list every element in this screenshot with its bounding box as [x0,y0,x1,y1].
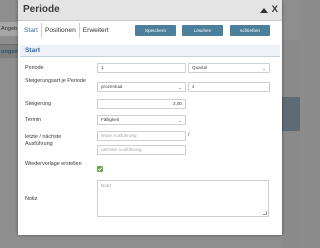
periode-unit-value: Quartal [192,65,208,70]
steigerung-value: 3,00 [173,101,182,106]
background-bar [282,97,300,131]
delete-button[interactable]: Löschen [182,25,223,36]
next-execution-placeholder: nächste Ausführung [101,147,142,152]
steigerungsart-amount-input[interactable]: 4 [188,82,270,92]
periode-unit-select[interactable]: Quartal ⌄ [188,63,270,73]
termin-label: Termin [25,117,42,123]
save-button[interactable]: Speichern [135,25,176,36]
ausfuehrung-label: letzte / nächste Ausführung [25,134,62,147]
tab-erweitert[interactable]: Erweitert [80,23,112,38]
execution-separator: / [188,132,190,138]
wiedervorlage-label: Wiedervorlage erstellen [25,161,82,167]
steigerung-input[interactable]: 3,00 [97,99,186,109]
chevron-down-icon: ⌄ [178,118,182,123]
section-title: Start [20,45,280,57]
resize-handle-icon[interactable] [263,211,267,215]
periode-label: Periode [25,65,44,71]
steigerungsart-amount-value: 4 [192,84,195,89]
termin-select[interactable]: Fälligkeit ⌄ [97,115,186,125]
steigerungsart-select[interactable]: prozentual ⌄ [97,82,186,92]
periode-count-input[interactable]: 1 [97,63,186,73]
periode-count-value: 1 [101,65,104,70]
next-execution-input[interactable]: nächste Ausführung [97,145,186,155]
close-icon[interactable]: X [272,3,278,17]
wiedervorlage-checkbox-icon[interactable] [97,166,103,172]
chevron-down-icon: ⌄ [262,66,266,71]
notiz-textarea[interactable]: Notiz [97,180,269,217]
chevron-down-icon: ⌄ [178,85,182,90]
checkmark-icon [97,167,103,171]
dialog-tabs: Start Positionen Erweitert [21,23,112,38]
background-row: ungen [0,44,18,58]
dialog-controls: X [259,3,278,17]
steigerung-label: Steigerung [25,101,52,107]
steigerungsart-value: prozentual [101,84,123,89]
dialog-header: Periode X [18,0,282,21]
collapse-caret-icon[interactable] [259,7,268,13]
dialog-title: Periode [23,4,60,15]
background-tab: Angeb [0,22,18,36]
background-strip [282,40,300,248]
termin-value: Fälligkeit [101,117,120,122]
notiz-placeholder: Notiz [101,183,112,188]
notiz-label: Notiz [25,196,38,202]
tab-positionen[interactable]: Positionen [42,23,80,38]
last-execution-placeholder: letzte Ausführung [101,133,137,138]
periode-dialog: Periode X Start Positionen Erweitert Spe… [18,0,282,235]
steigerungsart-label: Steigerungsart je Periode [25,78,86,84]
tab-start[interactable]: Start [21,23,42,38]
last-execution-input[interactable]: letzte Ausführung [97,131,186,141]
close-button[interactable]: schließen [230,25,270,36]
